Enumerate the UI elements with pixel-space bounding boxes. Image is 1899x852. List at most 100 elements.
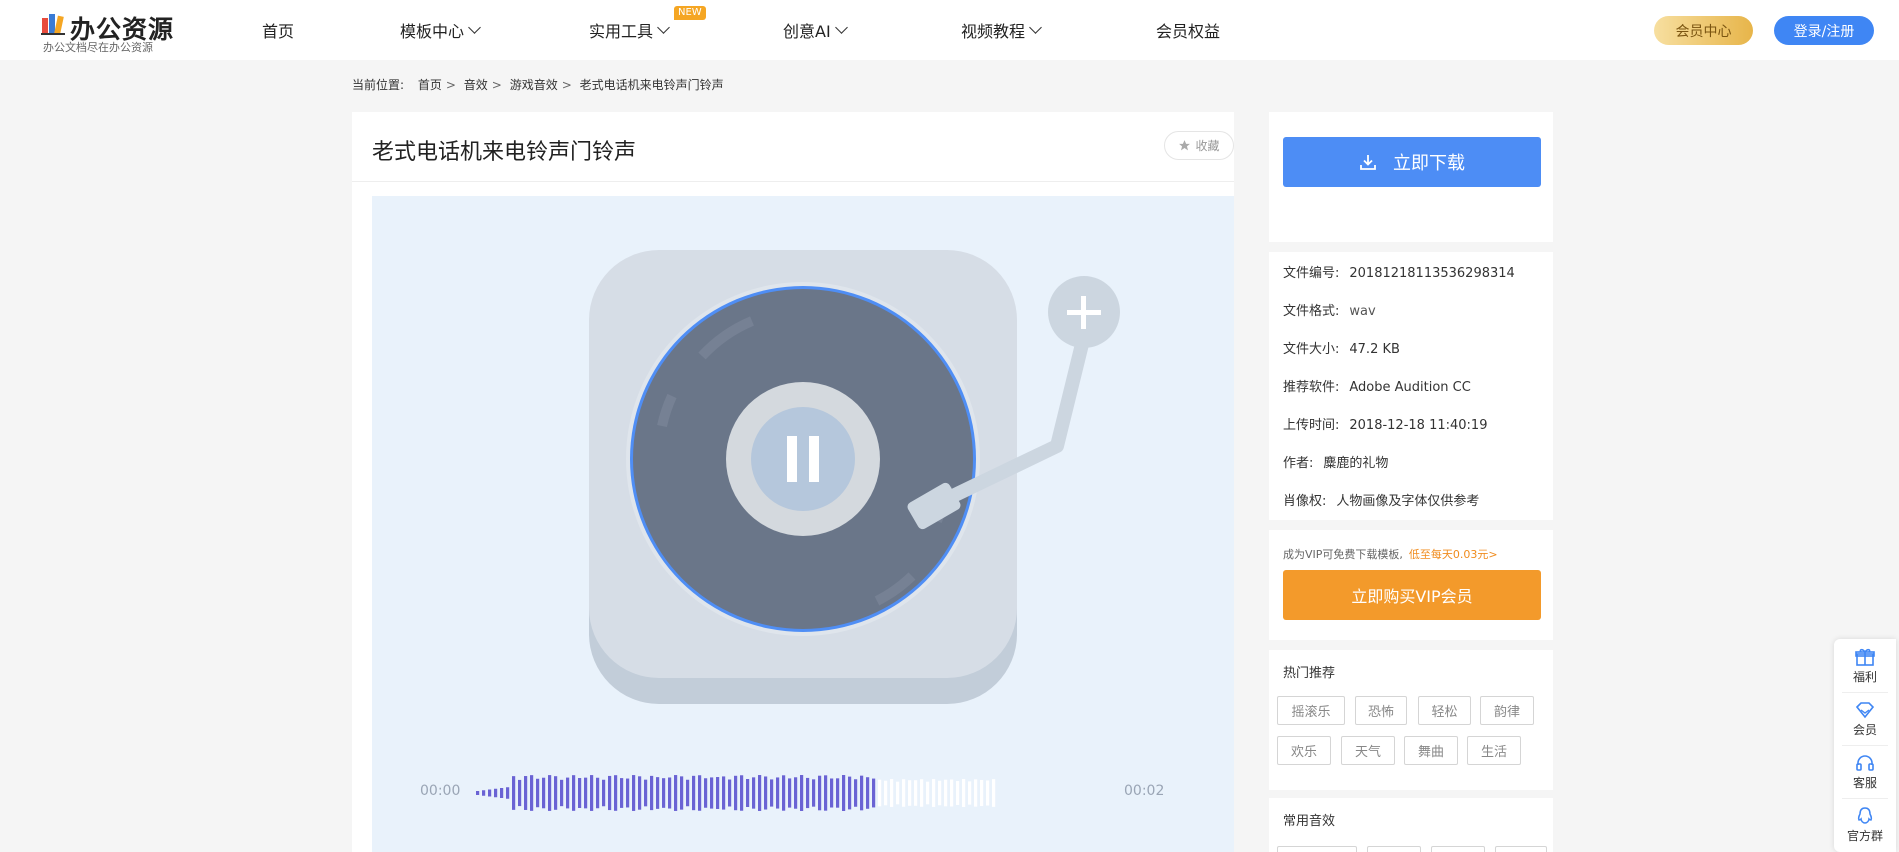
waveform-bar [686,779,690,807]
waveform-bar [494,788,498,798]
tag-life[interactable]: 生活 [1467,736,1521,765]
tag-dance[interactable]: 舞曲 [1404,736,1458,765]
download-label: 立即下载 [1393,153,1465,174]
waveform-bar [872,778,876,808]
waveform[interactable] [476,771,1116,815]
tag-weather[interactable]: 天气 [1341,736,1395,765]
waveform-bar [656,777,660,809]
common-sound-tag[interactable] [1431,846,1485,852]
waveform-bar [944,779,948,807]
waveform-bar [968,781,972,805]
waveform-bar [902,779,906,807]
waveform-bar [710,777,714,809]
plus-icon-v [1081,296,1086,329]
site-logo[interactable]: 办公资源 办公文档尽在办公资源 [40,8,173,54]
waveform-bar [632,775,636,811]
qq-penguin-icon [1857,806,1873,824]
waveform-bar [974,779,978,807]
waveform-bar [866,777,870,809]
favorite-label: 收藏 [1195,139,1220,153]
info-upload-time: 上传时间: 2018-12-18 11:40:19 [1283,418,1488,433]
waveform-bar [992,779,996,807]
nav-video-tutorials[interactable]: 视频教程 [961,18,1042,42]
waveform-bar [884,780,888,806]
nav-member-benefits[interactable]: 会员权益 [1156,18,1220,42]
vip-price-link[interactable]: 低至每天0.03元> [1409,548,1498,561]
float-member-label: 会员 [1852,722,1877,737]
tag-joy[interactable]: 欢乐 [1277,736,1331,765]
waveform-bar [806,777,810,809]
chevron-down-icon [1029,21,1042,34]
waveform-bar [890,779,894,807]
info-recommended-software: 推荐软件: Adobe Audition CC [1283,380,1471,395]
download-button[interactable]: 立即下载 [1283,137,1541,187]
breadcrumb-item-current: 老式电话机来电铃声门铃声 [579,78,724,92]
float-member[interactable]: 会员 [1834,694,1896,744]
waveform-bar [818,775,822,811]
common-sound-tag[interactable] [1277,846,1357,852]
float-welfare[interactable]: 福利 [1834,641,1896,691]
common-sounds-box: 常用音效 [1269,798,1553,852]
waveform-bar [548,775,552,811]
common-sounds-title: 常用音效 [1283,814,1336,829]
waveform-bar [800,775,804,811]
waveform-bar [932,779,936,807]
vip-center-button[interactable]: 会员中心 [1654,16,1753,45]
chevron-down-icon [834,21,848,34]
waveform-bar [560,779,564,807]
waveform-bar [644,779,648,807]
float-official-group[interactable]: 官方群 [1834,800,1896,850]
nav-templates-label: 模板中心 [400,22,465,41]
nav-home[interactable]: 首页 [262,18,294,42]
waveform-bar [488,789,492,797]
waveform-bar [530,775,534,811]
floating-toolbar: 福利 会员 客服 官方群 [1834,639,1896,852]
info-author: 作者: 麋鹿的礼物 [1283,456,1389,471]
waveform-bar [770,779,774,807]
waveform-bar [680,776,684,810]
hot-recommend-box: 热门推荐 摇滚乐 恐怖 轻松 韵律 欢乐 天气 舞曲 生活 [1269,650,1553,790]
waveform-bar [896,781,900,805]
float-customer-service[interactable]: 客服 [1834,747,1896,797]
float-welfare-label: 福利 [1852,669,1877,684]
breadcrumb-item-sound-effects[interactable]: 音效 [464,78,488,92]
audio-player: 00:00 00:02 [372,196,1234,852]
nav-creative-ai[interactable]: 创意AI [783,18,848,42]
tag-rhythm[interactable]: 韵律 [1480,696,1534,725]
tag-relaxed[interactable]: 轻松 [1418,696,1471,725]
waveform-bar [704,778,708,808]
waveform-bar [698,775,702,811]
breadcrumb-separator: > [491,78,502,92]
common-sound-tag[interactable] [1367,846,1421,852]
tag-rock[interactable]: 摇滚乐 [1277,696,1345,725]
breadcrumb-item-game-sounds[interactable]: 游戏音效 [510,78,558,92]
waveform-bar [662,778,666,808]
waveform-bar [572,775,576,811]
download-box: 立即下载 [1269,112,1553,242]
info-file-format: 文件格式: wav [1283,304,1376,319]
common-sound-tag[interactable] [1495,846,1547,852]
top-header: 办公资源 办公文档尽在办公资源 首页 模板中心 实用工具 NEW 创意AI 视频… [0,0,1899,60]
login-register-button[interactable]: 登录/注册 [1774,16,1874,45]
waveform-bar [908,780,912,806]
hot-recommend-title: 热门推荐 [1283,666,1336,681]
tag-horror[interactable]: 恐怖 [1355,696,1407,725]
waveform-bar [584,777,588,809]
nav-tools[interactable]: 实用工具 [589,18,670,42]
favorite-button[interactable]: 收藏 [1164,131,1234,160]
waveform-bar [722,776,726,810]
nav-creative-ai-label: 创意AI [783,22,831,41]
nav-templates[interactable]: 模板中心 [400,18,481,42]
download-icon [1360,155,1376,170]
waveform-bar [752,777,756,809]
chevron-down-icon [468,21,481,34]
buy-vip-button[interactable]: 立即购买VIP会员 [1283,570,1541,620]
pause-button-bg[interactable] [751,407,855,511]
turntable-illustration [589,250,1120,704]
breadcrumb-item-home[interactable]: 首页 [418,78,442,92]
float-divider [1842,745,1888,746]
waveform-bar [788,778,792,808]
float-divider [1842,798,1888,799]
breadcrumb: 当前位置: 首页 > 音效 > 游戏音效 > 老式电话机来电铃声门铃声 [352,76,728,93]
chevron-down-icon [657,21,670,34]
